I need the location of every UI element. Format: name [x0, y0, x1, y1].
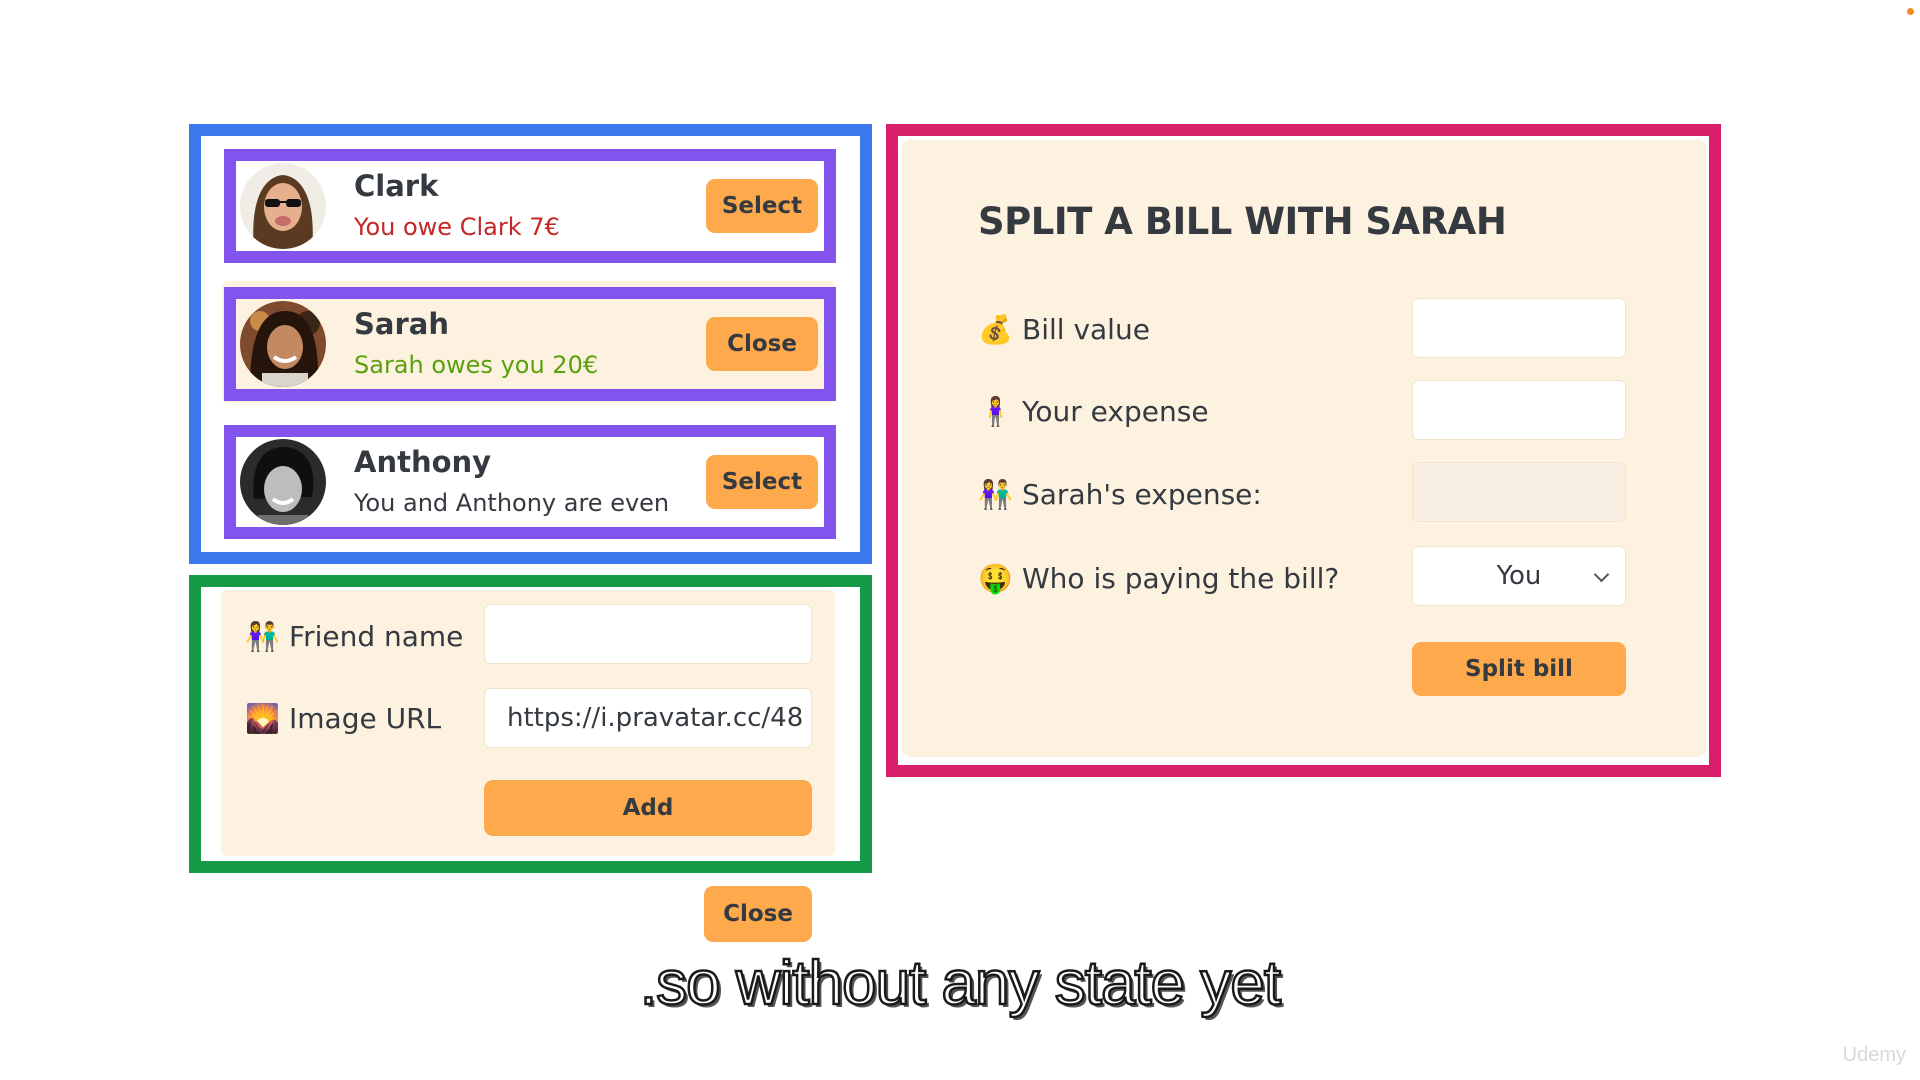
- payer-label: 🤑 Who is paying the bill?: [978, 561, 1340, 595]
- couple-icon: 👫: [978, 477, 1013, 511]
- bill-value-label: 💰 Bill value: [978, 312, 1150, 346]
- split-bill-button[interactable]: Split bill: [1412, 642, 1626, 696]
- avatar-anthony: [240, 439, 326, 525]
- couple-icon: 👫: [245, 619, 280, 653]
- avatar-sarah: [240, 301, 326, 387]
- friend-name: Clark: [354, 169, 439, 203]
- avatar-clark: [240, 163, 326, 249]
- close-add-friend-button[interactable]: Close: [704, 886, 812, 942]
- friend-row-frame: Clark You owe Clark 7€ Select: [224, 149, 836, 263]
- money-bag-icon: 💰: [978, 312, 1013, 346]
- friend-name-input[interactable]: [484, 604, 812, 664]
- payer-selected-value: You: [1496, 561, 1542, 591]
- bill-value-input[interactable]: [1412, 298, 1626, 358]
- udemy-watermark: Udemy: [1842, 1044, 1906, 1066]
- sunrise-icon: 🌄: [245, 701, 280, 735]
- money-mouth-face-icon: 🤑: [978, 561, 1013, 595]
- friend-row-frame: Anthony You and Anthony are even Select: [224, 425, 836, 539]
- friend-row-anthony: Anthony You and Anthony are even Select: [236, 437, 824, 527]
- split-bill-title: SPLIT A BILL WITH SARAH: [978, 200, 1507, 243]
- friend-expense-label: 👫 Sarah's expense:: [978, 477, 1262, 511]
- friend-balance: You owe Clark 7€: [354, 213, 560, 241]
- add-friend-button[interactable]: Add: [484, 780, 812, 836]
- friend-name: Anthony: [354, 445, 492, 479]
- friend-row-clark: Clark You owe Clark 7€ Select: [236, 161, 824, 251]
- friend-expense-input: [1412, 462, 1626, 522]
- payer-select[interactable]: You: [1412, 546, 1626, 606]
- recording-dot: [1907, 8, 1914, 15]
- chevron-down-icon: [1593, 566, 1610, 583]
- friend-row-frame: Sarah Sarah owes you 20€ Close: [224, 287, 836, 401]
- friend-row-sarah: Sarah Sarah owes you 20€ Close: [236, 299, 824, 389]
- friend-balance: Sarah owes you 20€: [354, 351, 599, 379]
- standing-woman-icon: 🧍‍♀️: [978, 394, 1013, 428]
- select-friend-button[interactable]: Select: [706, 179, 818, 233]
- your-expense-label: 🧍‍♀️ Your expense: [978, 394, 1209, 428]
- video-caption: .so without any state yet: [639, 948, 1283, 1020]
- image-url-label: 🌄 Image URL: [245, 701, 442, 735]
- friend-name-label: 👫 Friend name: [245, 619, 464, 653]
- image-url-input[interactable]: https://i.pravatar.cc/48: [484, 688, 812, 748]
- close-friend-button[interactable]: Close: [706, 317, 818, 371]
- friend-balance: You and Anthony are even: [354, 489, 670, 517]
- select-friend-button[interactable]: Select: [706, 455, 818, 509]
- friend-name: Sarah: [354, 307, 449, 341]
- your-expense-input[interactable]: [1412, 380, 1626, 440]
